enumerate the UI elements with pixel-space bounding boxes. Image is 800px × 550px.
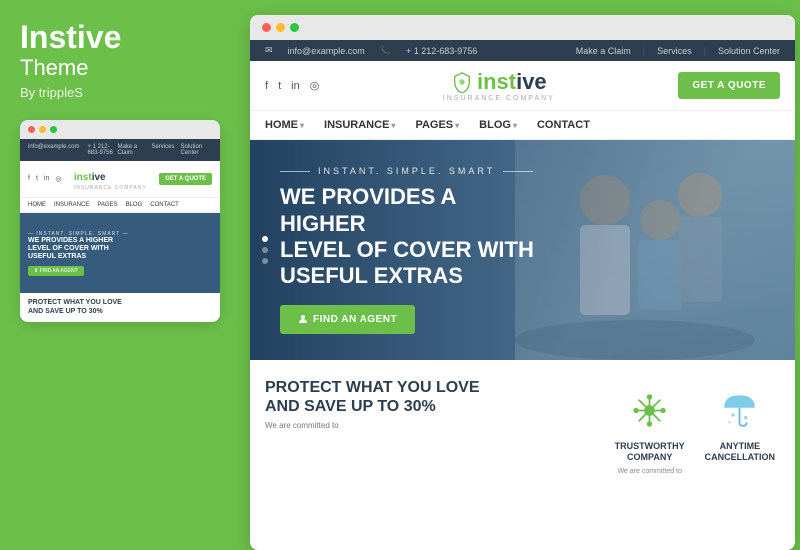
mini-find-agent-btn[interactable]: ⬆ FIND AN AGENT — [28, 266, 84, 276]
nav-home-arrow: ▾ — [300, 121, 304, 130]
trustworthy-desc: We are committed to — [615, 467, 685, 477]
topbar-services[interactable]: Services — [657, 46, 692, 56]
topbar-solution-center[interactable]: Solution Center — [718, 46, 780, 56]
topbar-email: info@example.com — [288, 46, 365, 56]
trustworthy-icon — [627, 388, 672, 433]
topbar-phone-icon: 📞 — [380, 45, 391, 56]
mini-nav: HOME INSURANCE PAGES BLOG CONTACT — [20, 198, 220, 213]
main-dot-green — [290, 23, 299, 32]
mini-nav-blog: BLOG — [126, 202, 143, 208]
instagram-icon[interactable]: ◎ — [310, 79, 320, 92]
nav-pages[interactable]: PAGES ▾ — [415, 119, 459, 131]
protect-desc: We are committed to — [265, 421, 585, 430]
nav-contact[interactable]: CONTACT — [537, 119, 590, 131]
mini-email: info@example.com — [28, 144, 79, 156]
topbar-email-icon: ✉ — [265, 45, 273, 56]
main-dot-red — [262, 23, 271, 32]
logo-subtitle: INSURANCE COMPANY — [443, 95, 555, 102]
mini-browser-preview: info@example.com + 1 212-683-9756 Make a… — [20, 120, 220, 322]
site-logo: instive INSURANCE COMPANY — [443, 69, 555, 102]
nav-blog-arrow: ▾ — [513, 121, 517, 130]
mini-hero: — INSTANT. SIMPLE. SMART — WE PROVIDES A… — [20, 213, 220, 293]
site-header: f t in ◎ instive INSURANCE COMPANY GET A… — [250, 61, 795, 111]
protect-title: PROTECT WHAT YOU LOVE AND SAVE UP TO 30% — [265, 378, 585, 416]
hero-tagline: INSTANT. SIMPLE. SMART — [280, 166, 540, 176]
slider-dot-1[interactable] — [262, 236, 268, 242]
mini-fb-icon: f — [28, 175, 30, 183]
trustworthy-title: TRUSTWORTHYCOMPANY — [615, 441, 685, 463]
nav-pages-arrow: ▾ — [455, 121, 459, 130]
topbar-contact-info: ✉ info@example.com 📞 + 1 212-683-9756 — [265, 45, 477, 56]
mini-browser-bar — [20, 120, 220, 139]
mini-li-icon: in — [44, 175, 49, 183]
bottom-left-content: PROTECT WHAT YOU LOVE AND SAVE UP TO 30%… — [265, 378, 585, 486]
mini-services: Services — [151, 144, 174, 156]
mini-nav-pages: PAGES — [97, 202, 117, 208]
hero-slider-dots[interactable] — [262, 236, 268, 264]
brand-title: Instive Theme By trippleS — [20, 20, 220, 100]
slider-dot-3[interactable] — [262, 258, 268, 264]
topbar-make-claim[interactable]: Make a Claim — [576, 46, 631, 56]
mini-dot-green — [50, 126, 57, 133]
site-navigation: HOME ▾ INSURANCE ▾ PAGES ▾ BLOG ▾ CONTAC… — [250, 111, 795, 140]
mini-protect-title: PROTECT WHAT YOU LOVEAND SAVE UP TO 30% — [28, 299, 212, 316]
mini-make-claim: Make a Claim — [117, 144, 145, 156]
nav-insurance-arrow: ▾ — [391, 121, 395, 130]
anytime-cancellation-icon — [717, 388, 762, 433]
bottom-section: PROTECT WHAT YOU LOVE AND SAVE UP TO 30%… — [250, 360, 795, 496]
topbar-links: Make a Claim | Services | Solution Cente… — [576, 46, 780, 56]
mini-nav-insurance: INSURANCE — [54, 202, 89, 208]
brand-name: Instive — [20, 20, 220, 55]
site-topbar: ✉ info@example.com 📞 + 1 212-683-9756 Ma… — [250, 40, 795, 61]
mini-logo: instive INSURANCE COMPANY — [74, 167, 147, 191]
facebook-icon[interactable]: f — [265, 80, 268, 92]
left-panel: Instive Theme By trippleS info@example.c… — [0, 0, 240, 550]
nav-blog[interactable]: BLOG ▾ — [479, 119, 517, 131]
mini-nav-home: HOME — [28, 202, 46, 208]
mini-topbar: info@example.com + 1 212-683-9756 Make a… — [20, 139, 220, 161]
main-browser: ✉ info@example.com 📞 + 1 212-683-9756 Ma… — [250, 15, 795, 550]
mini-ig-icon: ◎ — [55, 175, 61, 183]
linkedin-icon[interactable]: in — [291, 80, 300, 92]
mini-header: f t in ◎ instive INSURANCE COMPANY GET A… — [20, 161, 220, 198]
mini-hero-title: WE PROVIDES A HIGHERLEVEL OF COVER WITHU… — [28, 237, 113, 262]
hero-title: WE PROVIDES A HIGHER LEVEL OF COVER WITH… — [280, 184, 540, 290]
get-quote-button[interactable]: GET A QUOTE — [678, 72, 780, 99]
slider-dot-2[interactable] — [262, 247, 268, 253]
mini-social: f t in ◎ — [28, 175, 61, 183]
hero-section: INSTANT. SIMPLE. SMART WE PROVIDES A HIG… — [250, 140, 795, 360]
feature-items: TRUSTWORTHYCOMPANY We are committed to — [610, 378, 780, 486]
topbar-phone: + 1 212-683-9756 — [406, 46, 477, 56]
mini-get-quote-btn[interactable]: GET A QUOTE — [159, 173, 212, 185]
mini-dot-yellow — [39, 126, 46, 133]
mini-nav-contact: CONTACT — [150, 202, 179, 208]
mini-solution: Solution Center — [180, 144, 212, 156]
brand-subtitle: Theme — [20, 55, 220, 81]
mini-tw-icon: t — [36, 175, 38, 183]
anytime-title: ANYTIMECANCELLATION — [705, 441, 775, 463]
nav-insurance[interactable]: INSURANCE ▾ — [324, 119, 395, 131]
user-icon — [298, 314, 308, 324]
find-agent-button[interactable]: FIND AN AGENT — [280, 305, 415, 334]
main-browser-bar — [250, 15, 795, 40]
anytime-feature: ANYTIMECANCELLATION — [700, 378, 780, 486]
hero-content: INSTANT. SIMPLE. SMART WE PROVIDES A HIG… — [250, 146, 570, 354]
brand-by: By trippleS — [20, 85, 220, 100]
mini-bottom: PROTECT WHAT YOU LOVEAND SAVE UP TO 30% — [20, 293, 220, 322]
nav-home[interactable]: HOME ▾ — [265, 119, 304, 131]
mini-dot-red — [28, 126, 35, 133]
main-dot-yellow — [276, 23, 285, 32]
twitter-icon[interactable]: t — [278, 80, 281, 92]
header-social-links: f t in ◎ — [265, 79, 319, 92]
logo-shield-icon — [451, 71, 473, 93]
trustworthy-feature: TRUSTWORTHYCOMPANY We are committed to — [610, 378, 690, 486]
mini-phone: + 1 212-683-9756 — [87, 144, 117, 156]
